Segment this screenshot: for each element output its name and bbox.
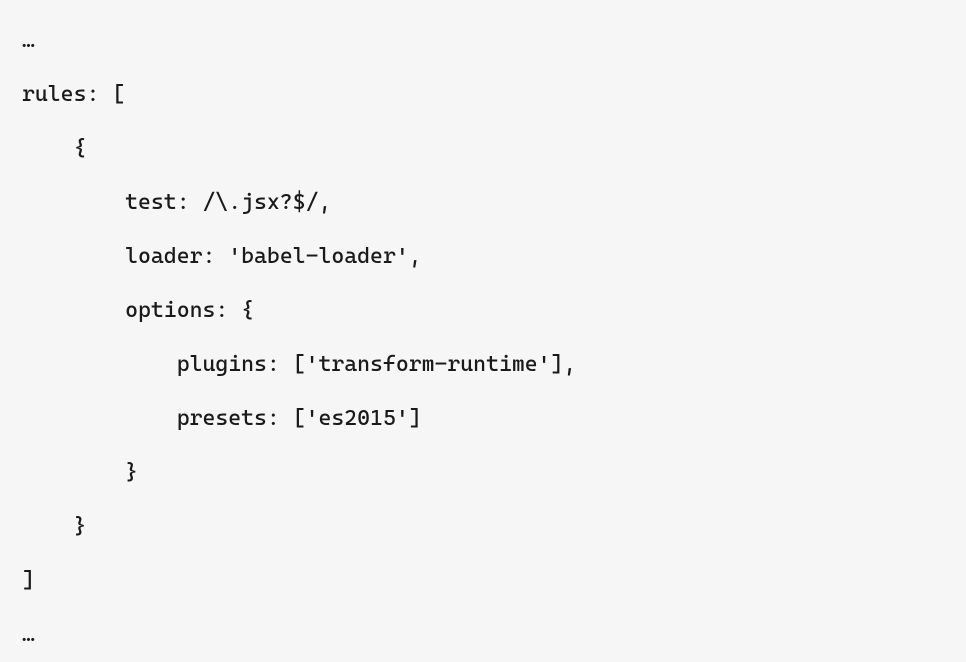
code-line: { (22, 136, 86, 161)
code-line: … (22, 622, 35, 647)
code-line: plugins: ['transform-runtime'], (22, 352, 576, 377)
code-line: } (22, 460, 138, 485)
code-line: loader: 'babel-loader', (22, 244, 422, 269)
code-line: } (22, 514, 86, 539)
code-line: presets: ['es2015'] (22, 406, 422, 431)
code-block: … rules: [ { test: /\.jsx?$/, loader: 'b… (22, 14, 944, 662)
code-line: rules: [ (22, 82, 125, 107)
code-line: options: { (22, 298, 254, 323)
code-line: … (22, 28, 35, 53)
code-line: test: /\.jsx?$/, (22, 190, 331, 215)
code-line: ] (22, 568, 35, 593)
